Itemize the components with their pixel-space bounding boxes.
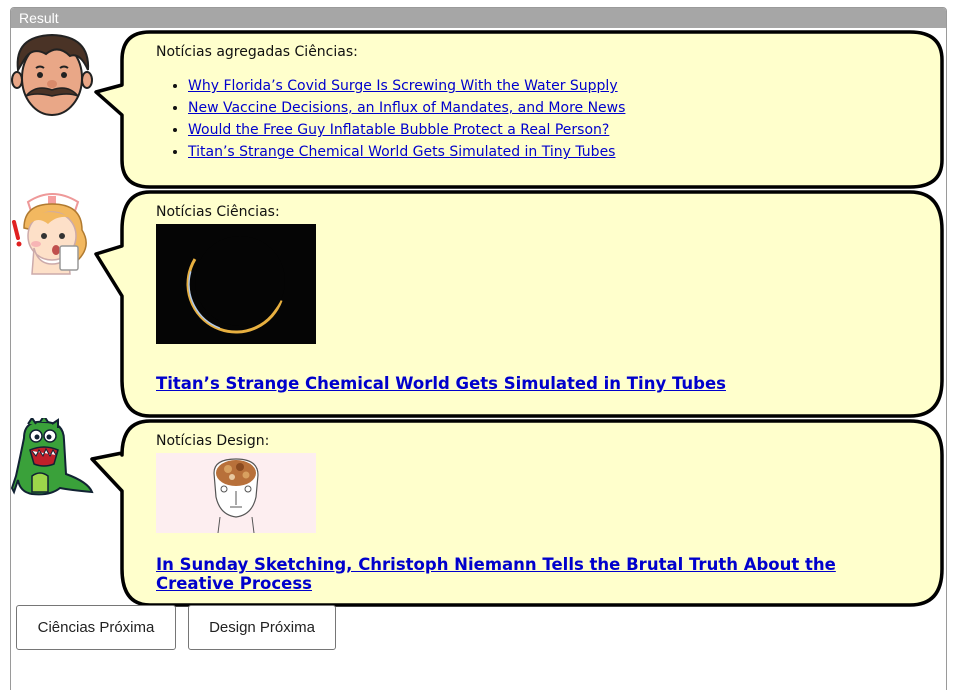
result-header: Result	[11, 8, 946, 28]
list-item: New Vaccine Decisions, an Influx of Mand…	[188, 97, 916, 119]
news-link-florida-covid[interactable]: Why Florida’s Covid Surge Is Screwing Wi…	[188, 78, 618, 94]
list-item: Would the Free Guy Inflatable Bubble Pro…	[188, 119, 916, 141]
aggregated-news-list: Why Florida’s Covid Surge Is Screwing Wi…	[156, 75, 916, 163]
news-link-vaccine-decisions[interactable]: New Vaccine Decisions, an Influx of Mand…	[188, 100, 625, 116]
titan-moon-crescent-image[interactable]	[156, 224, 316, 344]
news-link-free-guy-bubble[interactable]: Would the Free Guy Inflatable Bubble Pro…	[188, 122, 609, 138]
science-news-label: Notícias Ciências:	[156, 204, 280, 220]
science-next-button[interactable]: Ciências Próxima	[16, 605, 176, 650]
mustached-man-avatar	[11, 33, 93, 116]
green-dinosaur-avatar	[10, 418, 94, 496]
list-item: Titan’s Strange Chemical World Gets Simu…	[188, 141, 916, 163]
news-link-titan-tubes[interactable]: Titan’s Strange Chemical World Gets Simu…	[188, 144, 615, 160]
nurse-avatar	[12, 193, 87, 275]
niemann-headline-link[interactable]: In Sunday Sketching, Christoph Niemann T…	[156, 555, 836, 593]
design-news-label: Notícias Design:	[156, 433, 270, 449]
titan-headline-link[interactable]: Titan’s Strange Chemical World Gets Simu…	[156, 374, 726, 393]
design-next-button[interactable]: Design Próxima	[188, 605, 336, 650]
aggregated-science-label: Notícias agregadas Ciências:	[156, 44, 358, 60]
science-news: Notícias Ciências: Titan’s Strange Chemi…	[156, 204, 916, 393]
aggregated-science-news: Notícias agregadas Ciências: Why Florida…	[156, 44, 916, 163]
design-news: Notícias Design: In Sunday Sketching, Ch…	[156, 433, 916, 593]
brain-sketch-image[interactable]	[156, 453, 316, 533]
list-item: Why Florida’s Covid Surge Is Screwing Wi…	[188, 75, 916, 97]
